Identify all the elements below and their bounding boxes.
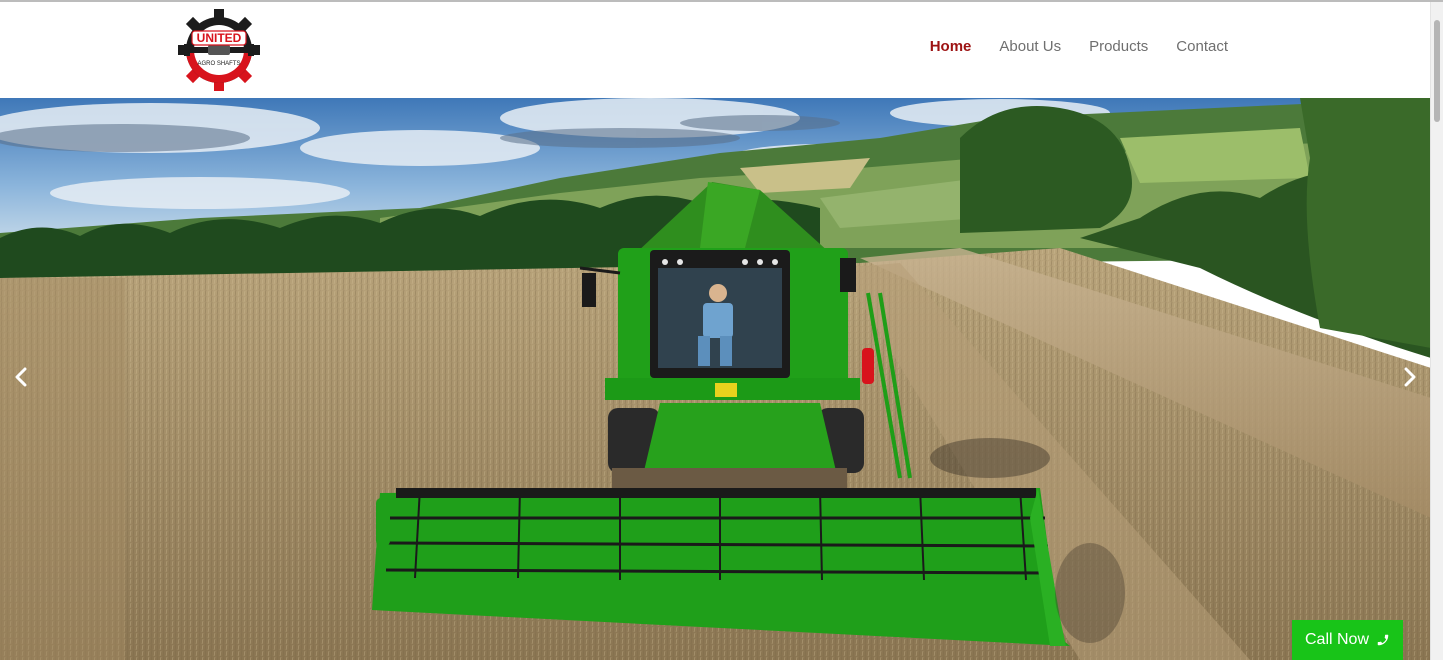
main-nav: Home About Us Products Contact bbox=[902, 38, 1228, 55]
nav-item-about-us[interactable]: About Us bbox=[999, 38, 1061, 55]
chevron-left-icon bbox=[15, 367, 27, 387]
nav-item-products[interactable]: Products bbox=[1089, 38, 1148, 55]
scrollbar-thumb[interactable] bbox=[1434, 20, 1440, 122]
logo-subtext: AGRO SHAFTS bbox=[197, 61, 240, 67]
call-now-button[interactable]: Call Now bbox=[1292, 620, 1403, 660]
chevron-right-icon bbox=[1404, 367, 1416, 387]
site-header: UNITED AGRO SHAFTS Home About Us Product… bbox=[0, 2, 1431, 98]
nav-item-home[interactable]: Home bbox=[930, 38, 972, 55]
phone-icon bbox=[1377, 634, 1389, 646]
brand-logo[interactable]: UNITED AGRO SHAFTS bbox=[178, 9, 260, 91]
hero-carousel bbox=[0, 98, 1431, 660]
nav-item-contact[interactable]: Contact bbox=[1176, 38, 1228, 55]
page: UNITED AGRO SHAFTS Home About Us Product… bbox=[0, 0, 1443, 660]
hero-slide-image bbox=[0, 98, 1431, 660]
call-now-label: Call Now bbox=[1304, 631, 1369, 648]
logo-wordmark: UNITED bbox=[197, 31, 242, 45]
carousel-prev-button[interactable] bbox=[6, 362, 36, 392]
logo-gear-icon: UNITED AGRO SHAFTS bbox=[178, 9, 260, 91]
page-scrollbar[interactable] bbox=[1430, 2, 1443, 660]
carousel-next-button[interactable] bbox=[1395, 362, 1425, 392]
